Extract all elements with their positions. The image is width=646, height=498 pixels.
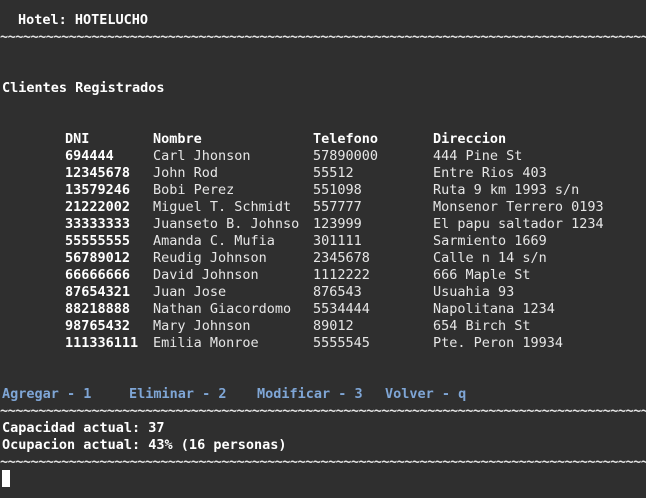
separator-bottom: ~~~~~~~~~~~~~~~~~~~~~~~~~~~~~~~~~~~~~~~~… bbox=[0, 454, 646, 470]
cell-nombre: Reudig Johnson bbox=[153, 250, 267, 266]
cell-nombre: Nathan Giacordomo bbox=[153, 301, 292, 317]
table-row: 13579246 Bobi Perez 551098 Ruta 9 km 1993 s… bbox=[0, 182, 646, 199]
cell-telefono: 57890000 bbox=[313, 148, 379, 164]
ocupacion-status: Ocupacion actual: 43% (16 personas) bbox=[2, 437, 287, 453]
cell-telefono: 876543 bbox=[313, 284, 362, 300]
cell-dni: 21222002 bbox=[65, 199, 131, 215]
cell-telefono: 5555545 bbox=[313, 335, 370, 351]
capacidad-status: Capacidad actual: 37 bbox=[2, 420, 165, 436]
cell-nombre: Miguel T. Schmidt bbox=[153, 199, 292, 215]
cell-telefono: 55512 bbox=[313, 165, 354, 181]
cell-direccion: 444 Pine St bbox=[433, 148, 523, 164]
header-telefono: Telefono bbox=[313, 131, 379, 147]
table-row: 33333333 Juanseto B. Johnso 123999 El papu … bbox=[0, 216, 646, 233]
menu-agregar[interactable]: Agregar - 1 bbox=[2, 386, 91, 403]
input-cursor[interactable] bbox=[2, 470, 10, 487]
cell-direccion: El papu saltador 1234 bbox=[433, 216, 604, 232]
separator-top: ~~~~~~~~~~~~~~~~~~~~~~~~~~~~~~~~~~~~~~~~… bbox=[0, 29, 646, 45]
cell-nombre: Bobi Perez bbox=[153, 182, 235, 198]
table-row: 56789012 Reudig Johnson 2345678 Calle n 14 … bbox=[0, 250, 646, 267]
cell-nombre: Carl Jhonson bbox=[153, 148, 251, 164]
cell-direccion: Napolitana 1234 bbox=[433, 301, 555, 317]
cell-telefono: 301111 bbox=[313, 233, 362, 249]
menu-eliminar[interactable]: Eliminar - 2 bbox=[129, 386, 227, 403]
cell-dni: 66666666 bbox=[65, 267, 131, 283]
cell-direccion: Monsenor Terrero 0193 bbox=[433, 199, 604, 215]
cell-direccion: Calle n 14 s/n bbox=[433, 250, 547, 266]
cell-direccion: 666 Maple St bbox=[433, 267, 531, 283]
cell-dni: 12345678 bbox=[65, 165, 131, 181]
header-nombre: Nombre bbox=[153, 131, 202, 147]
cell-direccion: 654 Birch St bbox=[433, 318, 531, 334]
cell-direccion: Sarmiento 1669 bbox=[433, 233, 547, 249]
cell-telefono: 557777 bbox=[313, 199, 362, 215]
table-row: 66666666 David Johnson 1112222 666 Maple St bbox=[0, 267, 646, 284]
table-row: 55555555 Amanda C. Mufia 301111 Sarmiento 1… bbox=[0, 233, 646, 250]
cell-direccion: Pte. Peron 19934 bbox=[433, 335, 564, 351]
header-dni: DNI bbox=[65, 131, 90, 147]
table-row: 98765432 Mary Johnson 89012 654 Birch St bbox=[0, 318, 646, 335]
table-header-row: DNI Nombre Telefono Direccion bbox=[0, 131, 646, 148]
separator-middle: ~~~~~~~~~~~~~~~~~~~~~~~~~~~~~~~~~~~~~~~~… bbox=[0, 403, 646, 419]
cell-dni: 55555555 bbox=[65, 233, 131, 249]
cell-nombre: Juanseto B. Johnso bbox=[153, 216, 300, 232]
cell-direccion: Entre Rios 403 bbox=[433, 165, 547, 181]
cell-nombre: David Johnson bbox=[153, 267, 259, 283]
table-row: 12345678 John Rod 55512 Entre Rios 403 bbox=[0, 165, 646, 182]
cell-telefono: 5534444 bbox=[313, 301, 370, 317]
cell-direccion: Usuahia 93 bbox=[433, 284, 515, 300]
cell-dni: 13579246 bbox=[65, 182, 131, 198]
cell-dni: 87654321 bbox=[65, 284, 131, 300]
cell-telefono: 123999 bbox=[313, 216, 362, 232]
section-title: Clientes Registrados bbox=[2, 80, 165, 96]
cell-nombre: Juan Jose bbox=[153, 284, 227, 300]
table-row: 111336111 Emilia Monroe 5555545 Pte. Peron … bbox=[0, 335, 646, 352]
cell-nombre: Emilia Monroe bbox=[153, 335, 259, 351]
menu-volver[interactable]: Volver - q bbox=[385, 386, 466, 403]
table-row: 88218888 Nathan Giacordomo 5534444 Napolita… bbox=[0, 301, 646, 318]
cell-direccion: Ruta 9 km 1993 s/n bbox=[433, 182, 580, 198]
table-row: 21222002 Miguel T. Schmidt 557777 Monsenor … bbox=[0, 199, 646, 216]
table-row: 87654321 Juan Jose 876543 Usuahia 93 bbox=[0, 284, 646, 301]
cell-dni: 33333333 bbox=[65, 216, 131, 232]
hotel-title: Hotel: HOTELUCHO bbox=[18, 12, 149, 28]
cell-dni: 56789012 bbox=[65, 250, 131, 266]
terminal-window: Hotel: HOTELUCHO ~~~~~~~~~~~~~~~~~~~~~~~… bbox=[0, 0, 646, 498]
cell-telefono: 89012 bbox=[313, 318, 354, 334]
cell-telefono: 1112222 bbox=[313, 267, 370, 283]
cell-dni: 98765432 bbox=[65, 318, 131, 334]
table-row: 694444 Carl Jhonson 57890000 444 Pine St bbox=[0, 148, 646, 165]
menu-modificar[interactable]: Modificar - 3 bbox=[257, 386, 363, 403]
header-direccion: Direccion bbox=[433, 131, 507, 147]
cell-nombre: Mary Johnson bbox=[153, 318, 251, 334]
cell-dni: 111336111 bbox=[65, 335, 139, 351]
cell-dni: 88218888 bbox=[65, 301, 131, 317]
cell-nombre: Amanda C. Mufia bbox=[153, 233, 275, 249]
cell-dni: 694444 bbox=[65, 148, 114, 164]
cell-nombre: John Rod bbox=[153, 165, 219, 181]
cell-telefono: 551098 bbox=[313, 182, 362, 198]
cell-telefono: 2345678 bbox=[313, 250, 370, 266]
